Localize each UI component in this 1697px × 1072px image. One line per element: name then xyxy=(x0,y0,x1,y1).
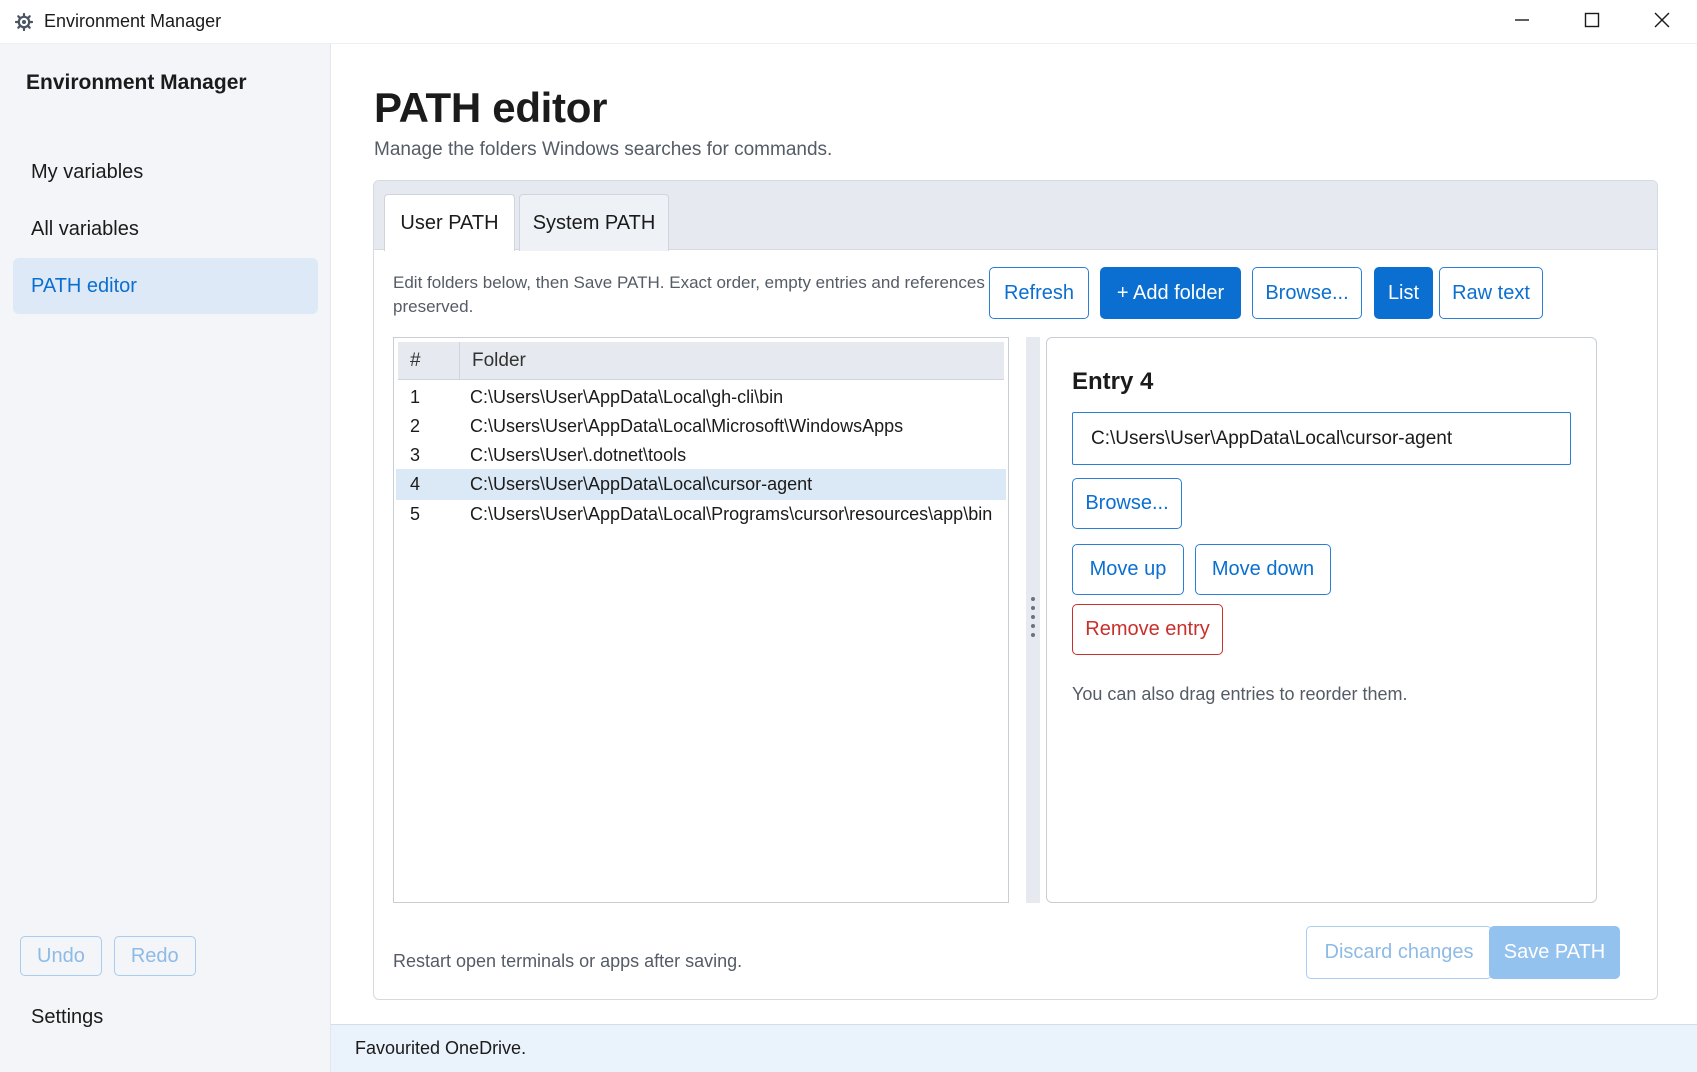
tab-strip: User PATH System PATH xyxy=(374,181,1657,251)
path-card: User PATH System PATH Edit folders below… xyxy=(373,180,1658,1000)
page-subtitle: Manage the folders Windows searches for … xyxy=(374,139,833,160)
row-number: 5 xyxy=(410,504,421,524)
window-title: Environment Manager xyxy=(44,11,222,31)
table-row[interactable]: 3 C:\Users\User\.dotnet\tools xyxy=(396,440,1006,471)
tab-user-path[interactable]: User PATH xyxy=(384,194,515,251)
remove-entry-button[interactable]: Remove entry xyxy=(1072,604,1223,655)
refresh-button[interactable]: Refresh xyxy=(989,267,1089,319)
minimize-icon xyxy=(1514,12,1530,33)
sidebar-item-settings[interactable]: Settings xyxy=(31,1006,103,1029)
row-folder: C:\Users\User\AppData\Local\gh-cli\bin xyxy=(470,387,784,407)
main-content: PATH editor Manage the folders Windows s… xyxy=(331,44,1697,1024)
browse-button[interactable]: Browse... xyxy=(1252,267,1362,319)
move-down-button[interactable]: Move down xyxy=(1195,544,1331,595)
gear-icon xyxy=(14,12,34,32)
table-row[interactable]: 2 C:\Users\User\AppData\Local\Microsoft\… xyxy=(396,411,1006,442)
row-number: 2 xyxy=(410,416,421,436)
grip-icon xyxy=(1031,597,1035,637)
title-bar: Environment Manager xyxy=(0,0,1697,44)
minimize-button[interactable] xyxy=(1487,0,1557,44)
entry-browse-button[interactable]: Browse... xyxy=(1072,478,1182,529)
table-row[interactable]: 1 C:\Users\User\AppData\Local\gh-cli\bin xyxy=(396,382,1006,413)
entry-detail-panel: Entry 4 Browse... Move up Move down Remo… xyxy=(1046,337,1597,903)
sidebar-item-path-editor[interactable]: PATH editor xyxy=(13,258,318,314)
row-number: 4 xyxy=(410,474,421,494)
row-number: 3 xyxy=(410,445,421,465)
undo-button[interactable]: Undo xyxy=(20,936,102,976)
row-number: 1 xyxy=(410,387,421,407)
status-text: Favourited OneDrive. xyxy=(355,1038,527,1058)
row-folder: C:\Users\User\.dotnet\tools xyxy=(470,445,687,465)
column-header-number[interactable]: # xyxy=(398,342,460,379)
close-button[interactable] xyxy=(1627,0,1697,44)
row-folder: C:\Users\User\AppData\Local\Microsoft\Wi… xyxy=(470,416,904,436)
drag-hint: You can also drag entries to reorder the… xyxy=(1072,684,1408,704)
maximize-icon xyxy=(1584,12,1600,33)
sidebar-item-my-variables[interactable]: My variables xyxy=(13,144,318,200)
restart-hint: Restart open terminals or apps after sav… xyxy=(393,951,743,971)
pane-splitter[interactable] xyxy=(1026,337,1040,903)
status-bar: Favourited OneDrive. xyxy=(331,1024,1697,1072)
sidebar-title: Environment Manager xyxy=(26,71,247,94)
row-folder: C:\Users\User\AppData\Local\cursor-agent xyxy=(470,474,813,494)
raw-text-button[interactable]: Raw text xyxy=(1439,267,1543,319)
edit-hint: Edit folders below, then Save PATH. Exac… xyxy=(393,273,1015,316)
folder-table: # Folder 1 C:\Users\User\AppData\Local\g… xyxy=(393,337,1009,903)
save-path-button[interactable]: Save PATH xyxy=(1489,926,1620,979)
undo-redo-group: Undo Redo xyxy=(20,936,196,976)
list-view-button[interactable]: List xyxy=(1374,267,1433,319)
close-icon xyxy=(1654,12,1670,33)
sidebar-item-all-variables[interactable]: All variables xyxy=(13,201,318,257)
row-folder: C:\Users\User\AppData\Local\Programs\cur… xyxy=(470,504,993,524)
entry-title: Entry 4 xyxy=(1072,368,1154,395)
table-header: # Folder xyxy=(398,342,1004,380)
page-title: PATH editor xyxy=(374,84,608,131)
entry-path-input[interactable] xyxy=(1072,412,1571,465)
sidebar: Environment Manager My variables All var… xyxy=(0,44,331,1072)
table-row[interactable]: 5 C:\Users\User\AppData\Local\Programs\c… xyxy=(396,499,1006,530)
tab-system-path[interactable]: System PATH xyxy=(519,194,669,251)
redo-button[interactable]: Redo xyxy=(113,936,196,976)
column-header-folder[interactable]: Folder xyxy=(460,350,526,372)
add-folder-button[interactable]: + Add folder xyxy=(1100,267,1241,319)
discard-changes-button[interactable]: Discard changes xyxy=(1306,926,1492,979)
move-up-button[interactable]: Move up xyxy=(1072,544,1184,595)
table-row-selected[interactable]: 4 C:\Users\User\AppData\Local\cursor-age… xyxy=(396,469,1006,500)
maximize-button[interactable] xyxy=(1557,0,1627,44)
